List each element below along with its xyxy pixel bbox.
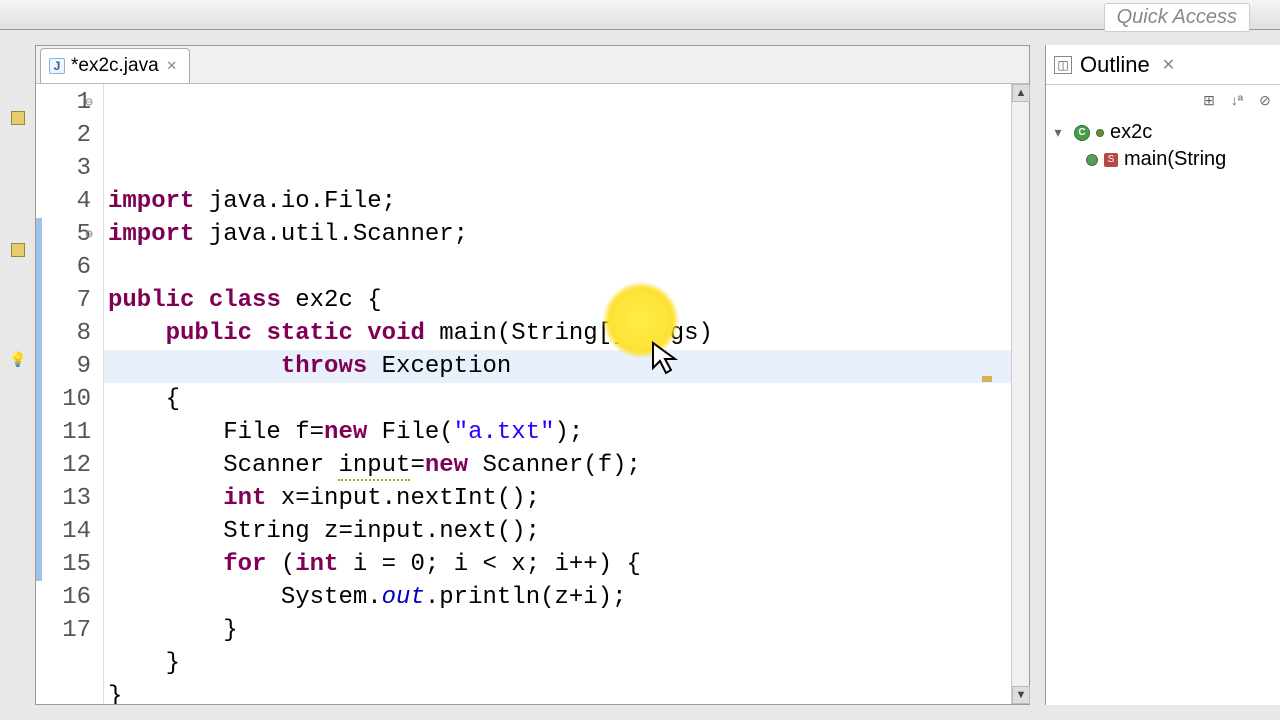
code-line[interactable]: for (int i = 0; i < x; i++) {	[104, 548, 1011, 581]
code-line[interactable]: }	[104, 647, 1011, 680]
code-line[interactable]: }	[104, 680, 1011, 704]
outline-pane: ◫ Outline ✕ ⊞ ↓ª ⊘ ▾ C ex2c S main(Strin…	[1045, 45, 1280, 705]
line-number: 16	[36, 581, 91, 614]
gutter-lightbulb-icon[interactable]: 💡	[9, 352, 27, 370]
outline-view-icon: ◫	[1054, 56, 1072, 74]
outline-focus-icon[interactable]: ⊞	[1200, 91, 1218, 109]
quick-access-box[interactable]: Quick Access	[1104, 3, 1250, 32]
editor-body: 💡 1⊖2345⊖67891011121314151617 import jav…	[36, 84, 1029, 704]
scroll-up-arrow[interactable]: ▲	[1012, 84, 1030, 102]
line-number: 15	[36, 548, 91, 581]
line-number: 3	[36, 152, 91, 185]
outline-class-row[interactable]: ▾ C ex2c	[1048, 119, 1278, 146]
outline-method-name: main(String	[1124, 148, 1226, 171]
line-number: 17	[36, 614, 91, 647]
line-number: 4	[36, 185, 91, 218]
outline-class-name: ex2c	[1110, 121, 1152, 144]
line-number: 14	[36, 515, 91, 548]
scroll-down-arrow[interactable]: ▼	[1012, 686, 1030, 704]
editor-pane: J *ex2c.java ✕ 💡 1⊖2345⊖6789101112131415…	[35, 45, 1030, 705]
line-number: 6	[36, 251, 91, 284]
line-number: 9	[36, 350, 91, 383]
line-number: 11	[36, 416, 91, 449]
code-line[interactable]	[104, 251, 1011, 284]
vertical-scrollbar[interactable]: ▲ ▼	[1011, 84, 1029, 704]
code-line[interactable]: System.out.println(z+i);	[104, 581, 1011, 614]
code-text-area[interactable]: import java.io.File;import java.util.Sca…	[104, 84, 1011, 704]
outline-method-row[interactable]: S main(String	[1048, 146, 1278, 173]
code-line[interactable]: int x=input.nextInt();	[104, 482, 1011, 515]
outline-header: ◫ Outline ✕	[1046, 45, 1280, 85]
code-line[interactable]: throws Exception	[104, 350, 1011, 383]
top-toolbar: Quick Access	[0, 0, 1280, 30]
overview-ruler	[981, 84, 993, 704]
method-icon	[1086, 154, 1098, 166]
tab-close-icon[interactable]: ✕	[165, 59, 179, 73]
line-number: 1⊖	[36, 86, 91, 119]
code-line[interactable]: {	[104, 383, 1011, 416]
line-number: 12	[36, 449, 91, 482]
code-line[interactable]: import java.io.File;	[104, 185, 1011, 218]
code-line[interactable]: public static void main(String[] args)	[104, 317, 1011, 350]
tree-expand-icon[interactable]: ▾	[1048, 124, 1068, 141]
line-number-gutter: 💡 1⊖2345⊖67891011121314151617	[36, 84, 104, 704]
class-icon: C	[1074, 125, 1090, 141]
line-number: 5⊖	[36, 218, 91, 251]
editor-tab-bar: J *ex2c.java ✕	[36, 46, 1029, 84]
static-badge-icon: S	[1104, 153, 1118, 167]
code-line[interactable]: import java.util.Scanner;	[104, 218, 1011, 251]
outline-sort-icon[interactable]: ↓ª	[1228, 91, 1246, 109]
java-file-icon: J	[49, 58, 65, 74]
tab-ex2c[interactable]: J *ex2c.java ✕	[40, 48, 190, 83]
code-line[interactable]: String z=input.next();	[104, 515, 1011, 548]
gutter-icon-strip: 💡	[9, 84, 34, 704]
line-number: 10	[36, 383, 91, 416]
outline-tree: ▾ C ex2c S main(String	[1046, 115, 1280, 177]
code-line[interactable]: }	[104, 614, 1011, 647]
tab-title: *ex2c.java	[71, 55, 159, 77]
code-line[interactable]: Scanner input=new Scanner(f);	[104, 449, 1011, 482]
class-sub-icon	[1096, 129, 1104, 137]
code-line[interactable]: File f=new File("a.txt");	[104, 416, 1011, 449]
line-number: 8	[36, 317, 91, 350]
line-number: 2	[36, 119, 91, 152]
line-number: 7	[36, 284, 91, 317]
line-number: 13	[36, 482, 91, 515]
outline-title: Outline	[1080, 52, 1150, 78]
outline-close-icon[interactable]: ✕	[1162, 55, 1175, 75]
ruler-warning-mark[interactable]	[982, 376, 992, 382]
outline-toolbar: ⊞ ↓ª ⊘	[1046, 85, 1280, 115]
code-line[interactable]: public class ex2c {	[104, 284, 1011, 317]
outline-hide-icon[interactable]: ⊘	[1256, 91, 1274, 109]
